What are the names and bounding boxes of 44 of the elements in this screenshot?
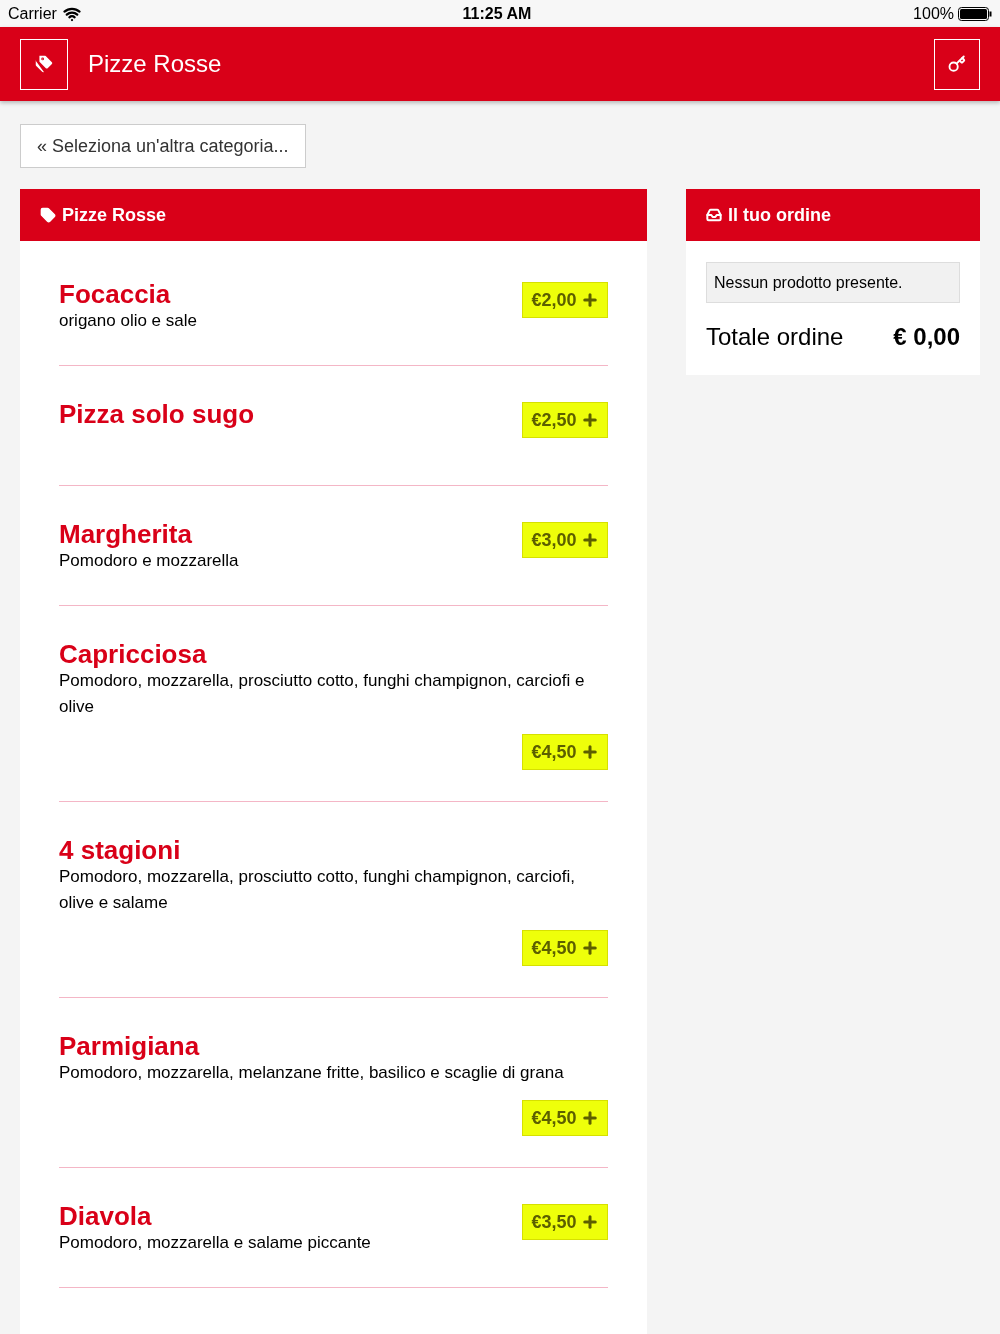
plus-icon: [580, 743, 599, 761]
plus-icon: [580, 291, 599, 309]
pizza-description: Pomodoro e mozzarella: [59, 550, 239, 572]
price-button[interactable]: €3,50: [522, 1204, 608, 1240]
order-title: Il tuo ordine: [728, 203, 831, 227]
pizza-description: Pomodoro, mozzarella, melanzane fritte, basilico e scaglie di grana: [59, 1062, 565, 1084]
plus-icon: [580, 1109, 599, 1127]
category-title: Pizze Rosse: [62, 203, 167, 227]
plus-icon: [580, 1213, 599, 1231]
pizza-description: origano olio e sale: [59, 310, 197, 332]
page-title: Pizze Rosse: [88, 49, 222, 79]
plus-icon: [580, 531, 599, 549]
total-amount: € 0,00: [893, 322, 960, 352]
plus-icon: [580, 411, 599, 429]
price-button[interactable]: €4,50: [522, 734, 608, 770]
tags-icon: [33, 53, 55, 75]
battery-icon: [958, 6, 992, 21]
clock: 11:25 AM: [462, 3, 532, 24]
price-button[interactable]: €3,00: [522, 522, 608, 558]
pizza-description: Pomodoro, mozzarella e salame piccante: [59, 1232, 371, 1254]
login-button[interactable]: [934, 38, 980, 90]
back-button[interactable]: « Seleziona un'altra categoria...: [20, 124, 306, 168]
pizza-name: Pizza solo sugo: [59, 400, 255, 428]
pizza-description: Pomodoro, mozzarella, prosciutto cotto, funghi champignon, carciofi, olive e salame: [59, 866, 576, 914]
price-button[interactable]: €2,50: [522, 402, 608, 438]
tag-icon: [40, 207, 56, 223]
categories-button[interactable]: [20, 38, 68, 90]
plus-icon: [580, 939, 599, 957]
pizza-name: Margherita: [59, 520, 193, 548]
pizza-name: 4 stagioni: [59, 836, 182, 864]
inbox-icon: [706, 207, 722, 223]
empty-order-message: Nessun prodotto presente.: [706, 262, 960, 303]
pizza-name: Focaccia: [59, 280, 172, 308]
price-button[interactable]: €2,00: [522, 282, 608, 318]
total-label: Totale ordine: [706, 322, 844, 352]
carrier-label: Carrier: [8, 3, 57, 24]
price-button[interactable]: €4,50: [522, 930, 608, 966]
price-button[interactable]: €4,50: [522, 1100, 608, 1136]
key-icon: [948, 55, 966, 73]
pizza-name: Parmigiana: [59, 1032, 201, 1060]
pizza-name: Capricciosa: [59, 640, 208, 668]
battery-percentage: 100%: [913, 3, 954, 24]
pizza-description: Pomodoro, mozzarella, prosciutto cotto, funghi champignon, carciofi e olive: [59, 670, 586, 718]
pizza-name: Diavola: [59, 1202, 153, 1230]
